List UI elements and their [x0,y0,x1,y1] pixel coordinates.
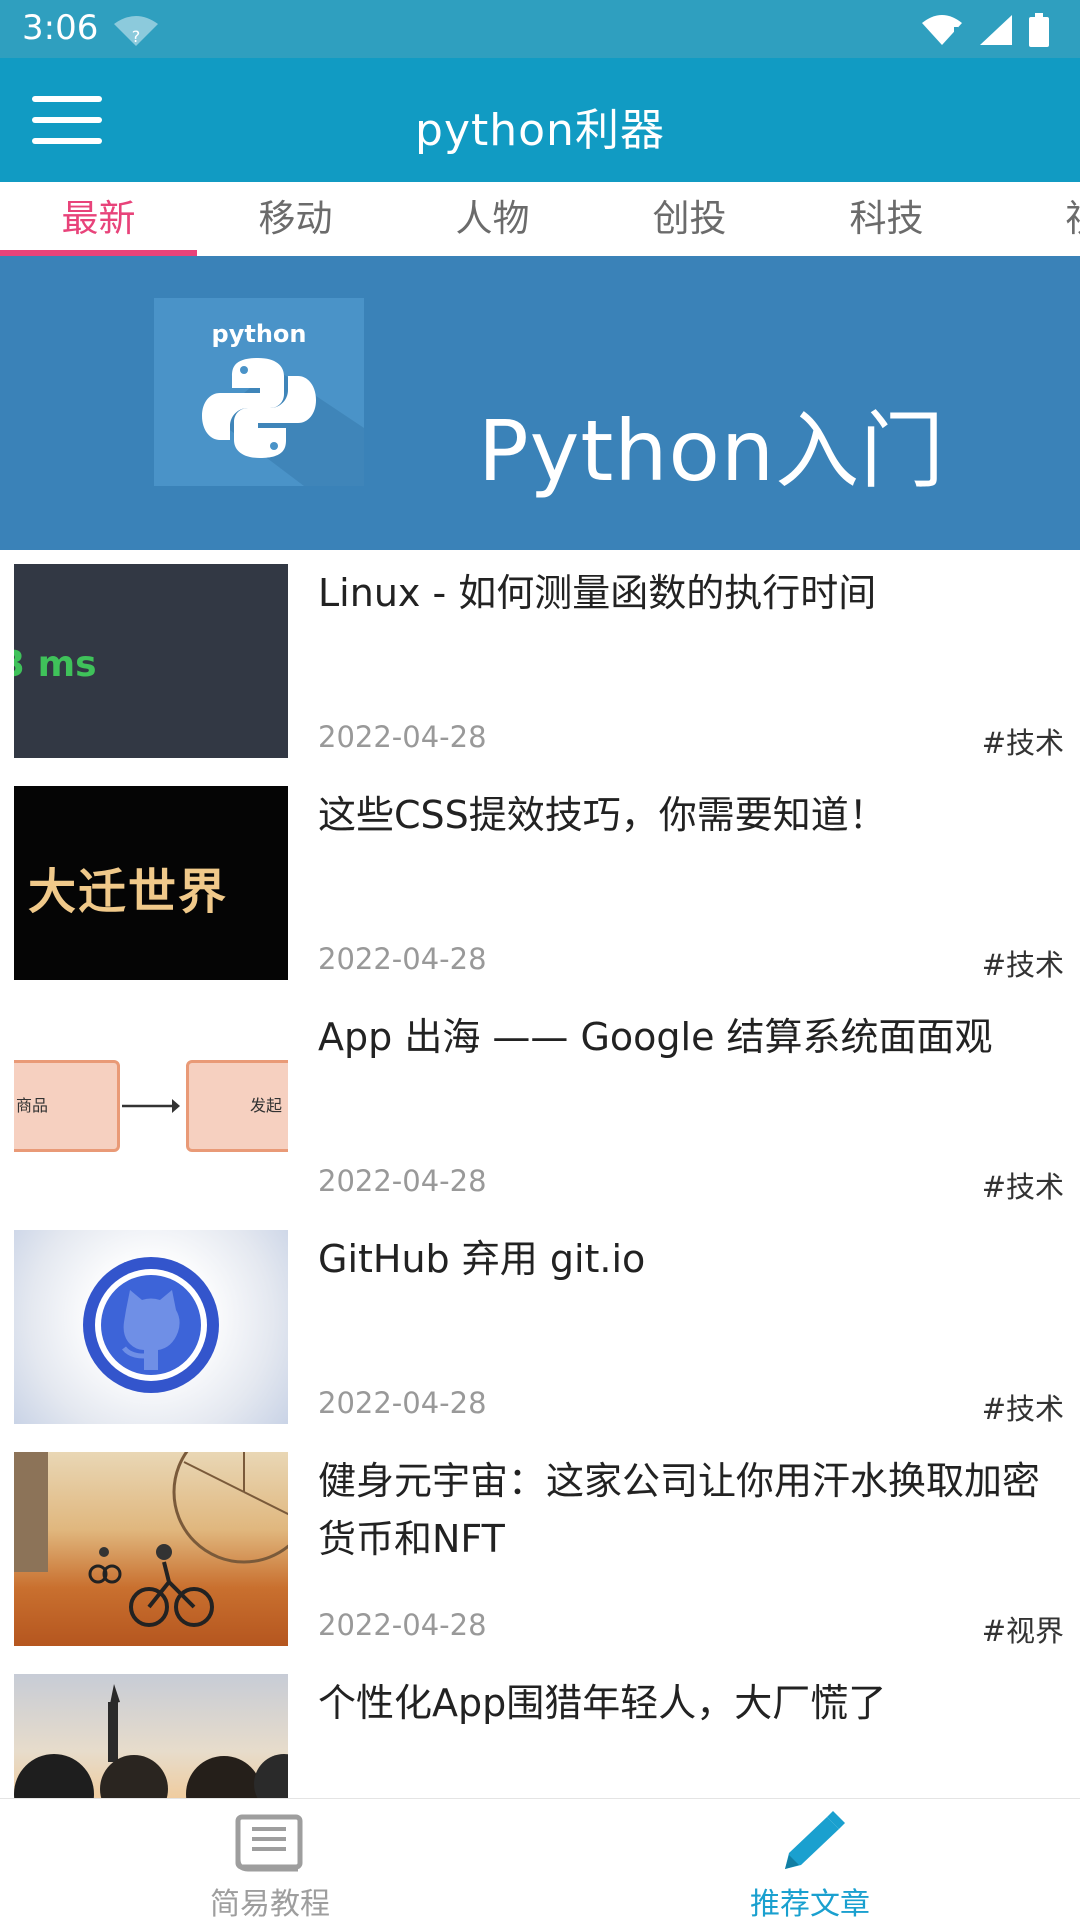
banner-title: Python入门 [478,402,946,500]
article-title: 健身元宇宙：这家公司让你用汗水换取加密货币和NFT [318,1459,1041,1561]
article-thumbnail [14,1230,288,1424]
status-icons [920,12,1050,48]
article-thumbnail: 商品 发起 [14,1008,288,1202]
article-date: 2022-04-28 [318,1164,487,1198]
tab-mobile[interactable]: 移动 [197,182,394,256]
status-bar: 3:06 ? [0,0,1080,58]
thumb-caption: 大迁世界 [28,864,229,920]
article-tag: #技术 [981,726,1064,760]
bottom-nav: 简易教程 推荐文章 [0,1798,1080,1922]
article-list: 3 ms Linux - 如何测量函数的执行时间 2022-04-28 #技术 … [0,550,1080,1798]
thumb-caption: 3 ms [14,644,97,685]
article-tag: #技术 [981,1392,1064,1426]
article-item[interactable]: GitHub 弃用 git.io 2022-04-28 #技术 [0,1216,1080,1438]
github-logo-icon [83,1257,219,1393]
article-title: Linux - 如何测量函数的执行时间 [318,571,877,615]
battery-icon [1029,13,1049,47]
tab-vision[interactable]: 视 [985,182,1080,256]
wifi-icon [922,15,962,45]
article-thumbnail: 大迁世界 [14,786,288,980]
app-bar: python利器 [0,58,1080,182]
book-icon [235,1814,303,1872]
article-title: App 出海 —— Google 结算系统面面观 [318,1015,993,1059]
article-date: 2022-04-28 [318,720,487,754]
article-date: 2022-04-28 [318,942,487,976]
pencil-icon [785,1811,845,1869]
article-title: 个性化App围猎年轻人，大厂慌了 [318,1681,887,1725]
cyclist-scene-icon [14,1452,288,1627]
nav-recommended-label: 推荐文章 [750,1887,870,1922]
tab-venture[interactable]: 创投 [591,182,788,256]
svg-text:?: ? [132,27,141,46]
article-title: GitHub 弃用 git.io [318,1237,646,1281]
app-title: python利器 [415,105,665,156]
article-tag: #技术 [981,1170,1064,1204]
article-thumbnail: 3 ms [14,564,288,758]
signal-icon [980,15,1012,45]
article-date: 2022-04-28 [318,1608,487,1642]
banner[interactable]: python Python入门 [0,256,1080,550]
crowd-scene-icon [14,1684,288,1798]
article-title: 这些CSS提效技巧，你需要知道！ [318,793,887,837]
tab-latest[interactable]: 最新 [0,182,197,256]
wifi-unknown-icon: ? [114,16,158,46]
article-item[interactable]: 个性化App围猎年轻人，大厂慌了 [0,1660,1080,1798]
python-logo: python [154,298,364,486]
article-thumbnail [14,1452,288,1646]
thumb-caption: 商品 [16,1096,49,1115]
category-tabs: 最新 移动 人物 创投 科技 视 [0,182,1080,257]
arrow-icon [122,1099,180,1113]
tab-people[interactable]: 人物 [394,182,591,256]
article-item[interactable]: 健身元宇宙：这家公司让你用汗水换取加密货币和NFT 2022-04-28 #视界 [0,1438,1080,1660]
logo-text: python [211,320,307,348]
article-item[interactable]: 3 ms Linux - 如何测量函数的执行时间 2022-04-28 #技术 [0,550,1080,772]
status-time: 3:06 [22,8,99,48]
nav-tutorial[interactable]: 简易教程 [0,1799,540,1922]
nav-recommended[interactable]: 推荐文章 [540,1799,1080,1922]
nav-tutorial-label: 简易教程 [210,1887,330,1922]
thumb-caption: 发起 [250,1096,283,1115]
article-item[interactable]: 商品 发起 App 出海 —— Google 结算系统面面观 2022-04-2… [0,994,1080,1216]
tab-tech[interactable]: 科技 [788,182,985,256]
article-tag: #技术 [981,948,1064,982]
article-thumbnail [14,1674,288,1798]
article-tag: #视界 [981,1614,1064,1648]
article-item[interactable]: 大迁世界 这些CSS提效技巧，你需要知道！ 2022-04-28 #技术 [0,772,1080,994]
article-date: 2022-04-28 [318,1386,487,1420]
